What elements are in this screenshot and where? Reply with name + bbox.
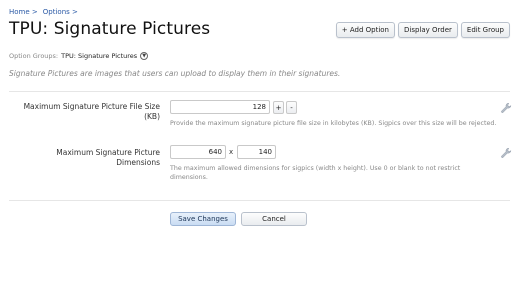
option-groups-label: Option Groups: <box>9 52 59 60</box>
edit-group-button[interactable]: Edit Group <box>460 22 510 38</box>
wrench-icon[interactable] <box>500 102 512 114</box>
dimensions-help: The maximum allowed dimensions for sigpi… <box>170 165 461 181</box>
toolbar: + Add Option Display Order Edit Group <box>335 22 510 38</box>
breadcrumb: Home > Options > <box>9 8 78 16</box>
divider <box>9 200 510 201</box>
group-description: Signature Pictures are images that users… <box>9 69 341 78</box>
option-label-dimensions: Maximum Signature Picture Dimensions <box>56 148 160 167</box>
save-changes-button[interactable]: Save Changes <box>170 212 236 226</box>
dimension-separator: x <box>229 148 234 156</box>
page-title: TPU: Signature Pictures <box>9 19 211 39</box>
add-option-button[interactable]: + Add Option <box>335 22 395 38</box>
breadcrumb-options[interactable]: Options > <box>43 8 78 16</box>
height-input[interactable]: 140 <box>237 145 276 159</box>
increment-button[interactable]: + <box>273 101 284 114</box>
options-page: Home > Options > TPU: Signature Pictures… <box>0 0 520 300</box>
cancel-button[interactable]: Cancel <box>241 212 307 226</box>
breadcrumb-home[interactable]: Home > <box>9 8 38 16</box>
chevron-down-icon[interactable]: ▼ <box>140 52 149 60</box>
wrench-icon[interactable] <box>500 147 512 159</box>
option-groups-value[interactable]: TPU: Signature Pictures <box>61 52 137 60</box>
width-input[interactable]: 640 <box>170 145 226 159</box>
option-label-file-size: Maximum Signature Picture File Size (KB) <box>23 102 160 121</box>
option-groups-selector: Option Groups: TPU: Signature Pictures ▼ <box>9 52 149 60</box>
decrement-button[interactable]: - <box>286 101 297 114</box>
divider <box>9 91 510 92</box>
file-size-help: Provide the maximum signature picture fi… <box>170 120 497 127</box>
file-size-input[interactable]: 128 <box>170 100 270 114</box>
display-order-button[interactable]: Display Order <box>397 22 458 38</box>
